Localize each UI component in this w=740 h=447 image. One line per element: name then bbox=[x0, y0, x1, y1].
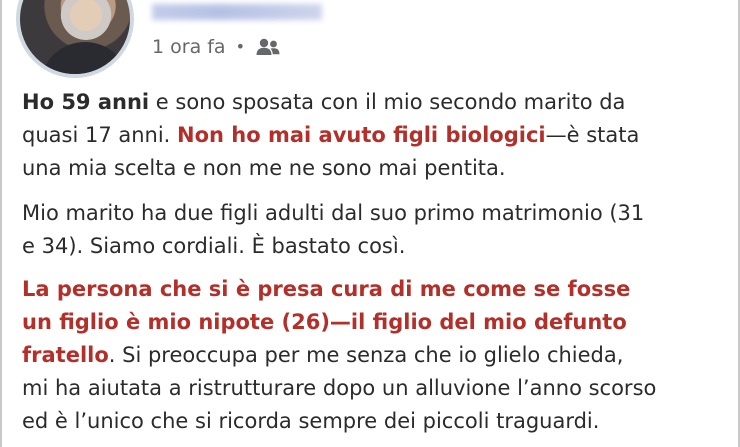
brother-highlight: fratello bbox=[22, 343, 109, 367]
p3-line-1: La persona che si è presa cura di me com… bbox=[22, 277, 631, 301]
avatar-face bbox=[58, 0, 114, 40]
avatar[interactable] bbox=[16, 0, 134, 78]
p1-line-2: quasi 17 anni. Non ho mai avuto figli bi… bbox=[22, 119, 722, 152]
p3-line-3: fratello. Si preoccupa per me senza che … bbox=[22, 339, 722, 372]
p1-line-3: una mia scelta e non me ne sono mai pent… bbox=[22, 156, 506, 180]
no-children-highlight: Non ho mai avuto figli biologici bbox=[177, 123, 546, 147]
post-body: Ho 59 anni e sono sposata con il mio sec… bbox=[22, 86, 722, 438]
p3-line-2: un figlio è mio nipote (26)—il figlio de… bbox=[22, 310, 627, 334]
post-timestamp[interactable]: 1 ora fa bbox=[152, 36, 226, 58]
friends-icon[interactable] bbox=[255, 37, 281, 57]
paragraph-1: Ho 59 anni e sono sposata con il mio sec… bbox=[22, 86, 722, 185]
paragraph-2: Mio marito ha due figli adulti dal suo p… bbox=[22, 197, 722, 263]
age-highlight: Ho 59 anni bbox=[22, 90, 150, 114]
p1-line-2-text: quasi 17 anni. bbox=[22, 123, 178, 147]
p3-line-4: mi ha aiutata a ristrutturare dopo un al… bbox=[22, 376, 657, 400]
p1-line-1: Ho 59 anni e sono sposata con il mio sec… bbox=[22, 86, 722, 119]
p1-line-1-text: e sono sposata con il mio secondo marito… bbox=[149, 90, 626, 114]
p2-line-1: Mio marito ha due figli adulti dal suo p… bbox=[22, 201, 645, 225]
post-card: 1 ora fa • Ho 59 anni e sono sposata con… bbox=[0, 0, 740, 447]
avatar-shoulder bbox=[40, 42, 130, 74]
author-name-blurred[interactable] bbox=[152, 4, 322, 20]
p1-line-2-rest: —è stata bbox=[545, 123, 640, 147]
paragraph-3: La persona che si è presa cura di me com… bbox=[22, 273, 722, 438]
p2-line-2: e 34). Siamo cordiali. È bastato così. bbox=[22, 234, 406, 258]
meta-separator: • bbox=[235, 37, 246, 56]
p3-line-5: ed è l’unico che si ricorda sempre dei p… bbox=[22, 409, 600, 433]
p3-line-3-text: . Si preoccupa per me senza che io gliel… bbox=[108, 343, 624, 367]
post-meta: 1 ora fa • bbox=[152, 36, 281, 58]
